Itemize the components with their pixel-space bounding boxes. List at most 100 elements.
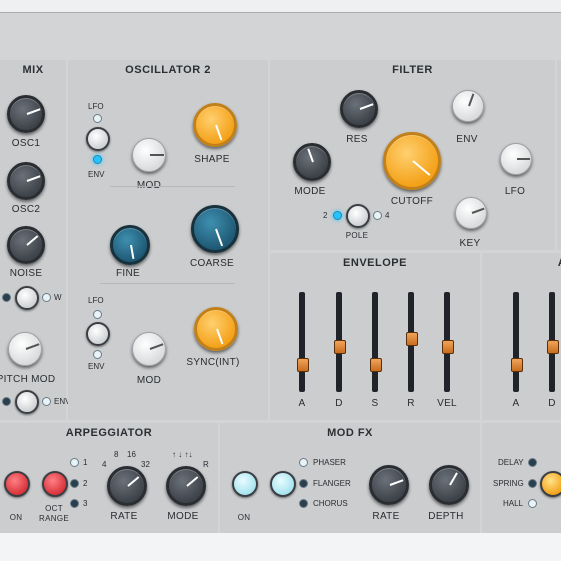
filter-title: FILTER (392, 64, 433, 76)
cutoff-label: CUTOFF (390, 196, 434, 207)
res-label: RES (346, 134, 368, 145)
flanger-led (299, 479, 308, 488)
osc1-knob[interactable] (7, 95, 45, 133)
modfx-on-label: ON (237, 513, 251, 522)
pole-left-label: 2 (323, 211, 328, 220)
env-fader-handle[interactable] (297, 358, 309, 372)
hall-led (528, 499, 537, 508)
pitch-mod-led-env (42, 397, 51, 406)
mode-knob[interactable] (293, 143, 331, 181)
right-edge-section (557, 60, 561, 250)
chorus-label: CHORUS (313, 499, 348, 508)
mode-r-label: R (203, 460, 209, 469)
osc2-lfo-label: LFO (88, 102, 104, 111)
coarse-knob[interactable] (191, 205, 239, 253)
env-fader-handle[interactable] (370, 358, 382, 372)
osc2-env-label: ENV (88, 170, 105, 179)
range-1-led (70, 458, 79, 467)
pole-4-led (373, 211, 382, 220)
filter-lfo-knob[interactable] (500, 143, 532, 175)
env-fader-label: S (371, 398, 379, 409)
env-fader-handle[interactable] (334, 340, 346, 355)
pole-label: POLE (345, 231, 369, 240)
bottom-edge (0, 533, 561, 561)
env-fader-d[interactable] (334, 292, 346, 392)
noise-led-w (42, 293, 51, 302)
amp-fader-a[interactable] (511, 292, 523, 392)
osc2-env2-label: ENV (88, 362, 105, 371)
osc2-env2-led (93, 350, 102, 359)
pole-button[interactable] (346, 204, 370, 228)
shape-label: SHAPE (194, 154, 230, 165)
env-fader-s[interactable] (370, 292, 382, 392)
amp-fader-handle[interactable] (511, 358, 523, 372)
noise-w-label: W (54, 293, 62, 302)
pitch-mod-led-left (2, 397, 11, 406)
chorus-led (299, 499, 308, 508)
spring-led (528, 479, 537, 488)
env-fader-handle[interactable] (442, 340, 454, 355)
amp-fader-d[interactable] (547, 292, 559, 392)
filter-lfo-label: LFO (504, 186, 526, 197)
modfx-rate-knob[interactable] (369, 465, 409, 505)
pitch-mod-env-button[interactable] (15, 390, 39, 414)
range-3-led (70, 499, 79, 508)
osc2-knob[interactable] (7, 162, 45, 200)
sync-knob[interactable] (194, 307, 238, 351)
modfx-title: MOD FX (327, 427, 373, 439)
mode-label: MODE (294, 186, 326, 197)
osc2-lfo-led (93, 114, 102, 123)
coarse-label: COARSE (189, 258, 235, 269)
oct-range-button[interactable] (42, 471, 68, 497)
noise-label: NOISE (9, 268, 43, 279)
osc2-env-led (93, 155, 102, 164)
osc2-divider-1 (110, 186, 235, 187)
range-1-label: 1 (83, 458, 88, 467)
range-2-label: 2 (83, 479, 88, 488)
modfx-type-button[interactable] (270, 471, 296, 497)
key-knob[interactable] (455, 197, 487, 229)
modfx-depth-knob[interactable] (429, 465, 469, 505)
env-fader-r[interactable] (406, 292, 418, 392)
synth-panel: MIX OSC1 OSC2 NOISE W PITCH MOD ENV OSCI… (0, 0, 561, 561)
filter-env-label: ENV (456, 134, 478, 145)
osc2-mod-source-button[interactable] (86, 127, 110, 151)
flanger-label: FLANGER (313, 479, 351, 488)
pitch-mod-label: PITCH MOD (0, 374, 56, 385)
arp-on-label: ON (9, 513, 23, 522)
arp-rate-knob[interactable] (107, 466, 147, 506)
env-fader-vel[interactable] (442, 292, 454, 392)
rate-tick-4: 4 (102, 460, 107, 469)
fine-knob[interactable] (110, 225, 150, 265)
noise-knob[interactable] (7, 226, 45, 264)
modfx-on-button[interactable] (232, 471, 258, 497)
env-fader-handle[interactable] (406, 331, 418, 346)
osc2-title: OSCILLATOR 2 (125, 64, 211, 76)
amp-fader-handle[interactable] (547, 340, 559, 355)
osc2-mod2-label: MOD (136, 375, 162, 386)
rate-tick-32: 32 (141, 460, 150, 469)
arp-mode-knob[interactable] (166, 466, 206, 506)
mode-arrows-icon: ↑ ↓ ↑↓ (172, 450, 193, 459)
pole-right-label: 4 (385, 211, 390, 220)
cutoff-knob[interactable] (383, 132, 441, 190)
osc2-mod-knob[interactable] (132, 138, 166, 172)
hall-label: HALL (503, 499, 524, 508)
phaser-led (299, 458, 308, 467)
res-knob[interactable] (340, 90, 378, 128)
mix-title: MIX (22, 64, 44, 76)
shape-knob[interactable] (193, 103, 237, 147)
top-bar (0, 0, 561, 13)
osc2-mod2-knob[interactable] (132, 332, 166, 366)
osc2-sync-source-button[interactable] (86, 322, 110, 346)
pole-2-led (333, 211, 342, 220)
noise-wave-button[interactable] (15, 286, 39, 310)
arp-on-button[interactable] (4, 471, 30, 497)
env-fader-label: D (335, 398, 343, 409)
pitch-mod-knob[interactable] (8, 332, 42, 366)
fine-label: FINE (116, 268, 140, 279)
env-fader-a[interactable] (297, 292, 309, 392)
reverb-type-button[interactable] (540, 471, 561, 497)
filter-env-knob[interactable] (452, 90, 484, 122)
rate-tick-8: 8 (114, 450, 119, 459)
